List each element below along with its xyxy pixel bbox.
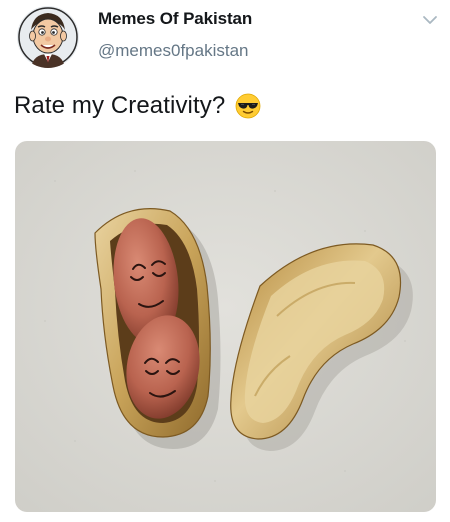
tweet-text: Rate my Creativity?	[14, 92, 226, 119]
tweet-card: Memes Of Pakistan @memes0fpakistan Rate …	[0, 0, 450, 522]
tweet-text-row: Rate my Creativity?	[14, 91, 261, 121]
peanut-shell-photo	[15, 141, 436, 512]
tweet-menu-button[interactable]	[420, 12, 440, 28]
smiling-face-with-sunglasses-icon	[235, 93, 261, 119]
cartoon-face-avatar	[17, 6, 79, 68]
user-handle[interactable]: @memes0fpakistan	[98, 41, 249, 61]
tweet-media-image[interactable]	[15, 141, 436, 512]
avatar[interactable]	[17, 6, 79, 68]
chevron-down-icon	[423, 16, 437, 24]
display-name[interactable]: Memes Of Pakistan	[98, 9, 252, 29]
